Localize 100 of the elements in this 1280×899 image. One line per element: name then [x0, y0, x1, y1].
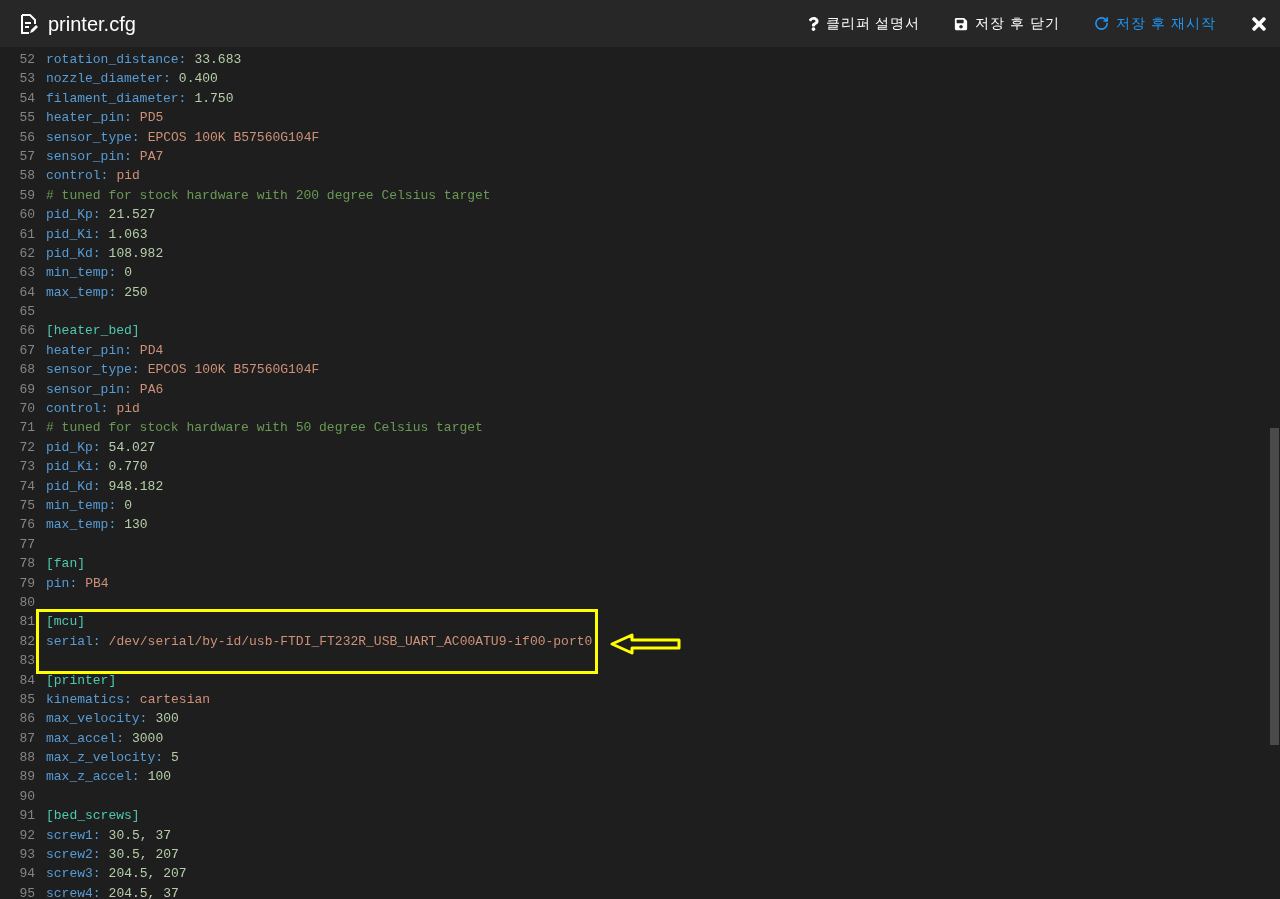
config-key: sensor_type:	[46, 360, 140, 380]
config-key: max_temp:	[46, 282, 117, 303]
config-value: 108.982	[108, 244, 164, 263]
config-key: sensor_pin:	[46, 146, 132, 167]
restart-icon	[1094, 16, 1110, 31]
config-key: sensor_pin:	[46, 379, 132, 400]
config-value: 204.5, 207	[108, 865, 187, 884]
config-value: 0.770	[108, 458, 148, 477]
config-value: 100	[147, 768, 172, 787]
config-value: PD4	[139, 341, 164, 360]
line-number: 54	[19, 90, 35, 106]
line-number: 86	[19, 711, 35, 727]
config-key: heater_pin:	[46, 340, 132, 361]
config-key: pid_Ki:	[46, 457, 101, 477]
config-value: 0	[124, 497, 133, 515]
line-number: 56	[19, 129, 35, 145]
line-number: 90	[19, 788, 35, 804]
line-number: 85	[19, 691, 35, 707]
line-number: 72	[19, 439, 35, 455]
section-header: [bed_screws]	[46, 808, 140, 824]
config-key: pid_Kp:	[46, 205, 101, 225]
config-value: pid	[116, 167, 140, 186]
comment-text: # tuned for stock hardware with 50 degree Celsius target	[46, 420, 483, 436]
config-key: pin:	[46, 573, 78, 593]
config-value: pid	[116, 400, 140, 419]
line-number: 76	[19, 517, 35, 533]
line-number: 88	[19, 750, 35, 766]
section-header: [mcu]	[46, 614, 85, 630]
config-key: min_temp:	[46, 496, 117, 516]
line-number: 70	[19, 401, 35, 417]
line-number: 66	[19, 323, 35, 339]
save-close-button[interactable]: 저장 후 닫기	[954, 13, 1061, 34]
config-value: 0	[124, 264, 133, 283]
line-number: 62	[19, 245, 35, 261]
line-number: 81	[19, 614, 35, 630]
config-key: pid_Kp:	[46, 437, 101, 458]
save-icon	[954, 16, 969, 31]
config-value: 3000	[132, 729, 164, 748]
config-key: max_velocity:	[46, 709, 148, 729]
section-header: [printer]	[46, 672, 117, 688]
line-number: 61	[19, 226, 35, 242]
config-value: 33.683	[194, 51, 242, 69]
help-button[interactable]: 클리퍼 설명서	[807, 13, 921, 34]
line-number: 55	[19, 110, 35, 126]
line-number: 73	[19, 459, 35, 475]
line-number: 78	[19, 556, 35, 572]
line-number: 64	[19, 284, 35, 300]
config-key: sensor_type:	[46, 127, 140, 147]
config-key: serial:	[46, 631, 101, 652]
config-key: max_accel:	[46, 728, 124, 749]
save-restart-button[interactable]: 저장 후 재시작	[1094, 13, 1216, 34]
line-number: 83	[19, 653, 35, 669]
file-edit-icon	[20, 13, 38, 34]
line-number: 89	[19, 769, 35, 785]
arrow-icon	[610, 633, 682, 656]
config-key: pid_Ki:	[46, 224, 101, 244]
config-value: EPCOS 100K B57560G104F	[147, 128, 320, 147]
config-key: screw2:	[46, 845, 101, 865]
config-key: max_z_accel:	[46, 767, 140, 787]
config-key: kinematics:	[46, 689, 132, 710]
config-key: pid_Kd:	[46, 476, 101, 496]
config-value: 300	[155, 710, 179, 729]
line-number: 82	[19, 633, 35, 649]
config-value: 948.182	[108, 477, 164, 496]
config-value: 250	[124, 283, 148, 302]
window-title: printer.cfg	[48, 11, 136, 37]
config-value: 1.750	[194, 89, 234, 108]
config-value: PD5	[139, 109, 164, 128]
config-key: nozzle_diameter:	[46, 69, 171, 89]
line-number: 74	[19, 478, 35, 494]
line-number: 65	[19, 304, 35, 320]
config-value: 204.5, 37	[108, 884, 179, 899]
scrollbar-thumb[interactable]	[1270, 428, 1279, 745]
config-key: screw3:	[46, 864, 101, 884]
line-number: 52	[19, 52, 35, 67]
config-value: EPCOS 100K B57560G104F	[147, 361, 320, 380]
line-number: 69	[19, 381, 35, 397]
config-key: min_temp:	[46, 263, 117, 283]
line-number: 58	[19, 168, 35, 184]
line-number: 95	[19, 885, 35, 899]
line-number: 91	[19, 808, 35, 824]
config-value: PA6	[139, 380, 164, 399]
section-header: [heater_bed]	[46, 323, 140, 339]
line-number: 84	[19, 672, 35, 688]
section-header: [fan]	[46, 556, 85, 572]
config-value: PB4	[85, 574, 109, 593]
config-value: /dev/serial/by-id/usb-FTDI_FT232R_USB_UART_AC00ATU9-if00-port0	[108, 632, 593, 651]
config-value: 30.5, 37	[108, 826, 172, 845]
line-number: 75	[19, 498, 35, 513]
config-value: 30.5, 207	[108, 846, 179, 864]
config-key: pid_Kd:	[46, 243, 101, 264]
line-number: 60	[19, 207, 35, 223]
line-number: 53	[19, 71, 35, 87]
config-value: 5	[171, 749, 179, 768]
line-number: 63	[19, 265, 35, 281]
line-number: 57	[19, 148, 35, 164]
line-number: 68	[19, 362, 35, 378]
line-number: 94	[19, 866, 35, 882]
line-number: 59	[19, 187, 35, 203]
config-value: cartesian	[139, 690, 211, 709]
